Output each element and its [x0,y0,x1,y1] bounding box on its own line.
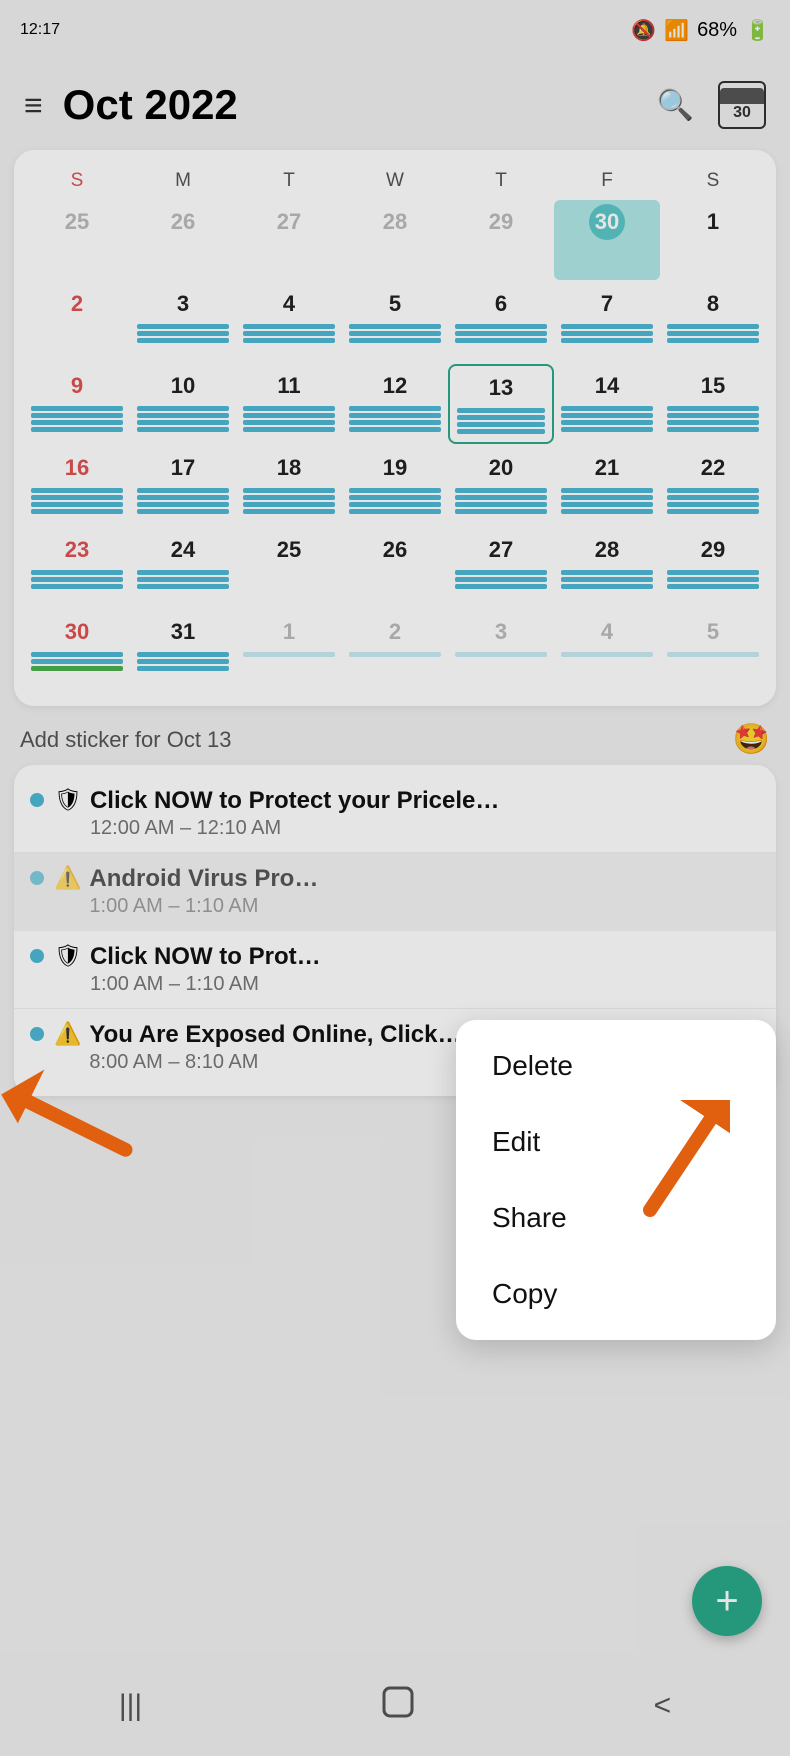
arrow-right-icon [610,1100,730,1225]
context-copy[interactable]: Copy [456,1256,776,1332]
dim-overlay [0,0,790,1756]
context-delete[interactable]: Delete [456,1028,776,1104]
